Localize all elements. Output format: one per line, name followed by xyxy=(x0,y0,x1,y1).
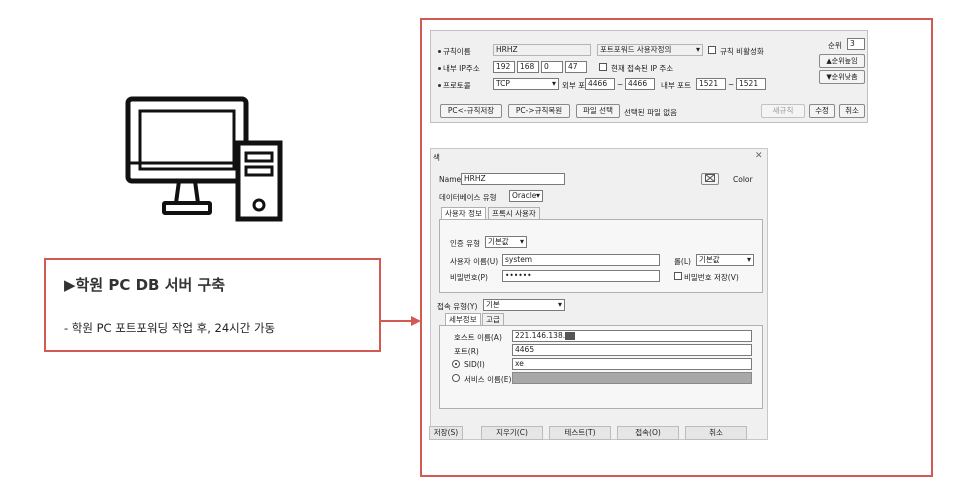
disable-rule-checkbox[interactable] xyxy=(708,46,716,54)
disable-rule-label: 규칙 비활성화 xyxy=(720,47,764,56)
current-ip-label: 현재 접속된 IP 주소 xyxy=(611,64,674,73)
protocol-label: 프로토콜 xyxy=(443,81,471,90)
tab-details[interactable]: 세부정보 xyxy=(445,313,481,325)
ip-octet-3[interactable]: 0 xyxy=(541,61,563,73)
new-rule-button[interactable]: 새규칙 xyxy=(761,104,805,118)
internal-port-to[interactable]: 1521 xyxy=(736,78,766,90)
color-picker-button[interactable] xyxy=(701,173,719,185)
clear-button[interactable]: 지우기(C) xyxy=(481,426,543,440)
tilde: ~ xyxy=(617,80,624,89)
dialog-cancel-button[interactable]: 취소 xyxy=(685,426,747,440)
connect-button[interactable]: 접속(O) xyxy=(617,426,679,440)
user-info-pane: 인증 유형 기본값 사용자 이름(U) system 롤(L) 기본값 비밀번호… xyxy=(439,219,763,293)
auth-type-label: 인증 유형 xyxy=(450,239,480,248)
ip-octet-2[interactable]: 168 xyxy=(517,61,539,73)
bullet xyxy=(438,67,441,70)
external-port-from[interactable]: 4466 xyxy=(585,78,615,90)
service-name-label: 서비스 이름(E) xyxy=(464,375,512,384)
arrow-right-icon xyxy=(381,316,421,326)
db-type-label: 데이터베이스 유형 xyxy=(439,193,497,202)
tilde: ~ xyxy=(728,80,735,89)
host-input[interactable]: 221.146.138. xyxy=(512,330,752,342)
port-input[interactable]: 4465 xyxy=(512,344,752,356)
role-select[interactable]: 기본값 xyxy=(696,254,754,266)
color-label: Color xyxy=(733,175,753,184)
tab-advanced[interactable]: 고급 xyxy=(482,313,504,325)
service-name-radio[interactable] xyxy=(452,374,460,382)
details-pane: 호스트 이름(A) 221.146.138. 포트(R) 4465 SID(I)… xyxy=(439,325,763,409)
restore-rules-button[interactable]: PC->규칙복원 xyxy=(508,104,570,118)
order-up-button[interactable]: ▲순위높임 xyxy=(819,54,865,68)
password-label: 비밀번호(P) xyxy=(450,273,488,282)
role-label: 롤(L) xyxy=(674,257,691,266)
test-button[interactable]: 테스트(T) xyxy=(549,426,611,440)
sid-input[interactable]: xe xyxy=(512,358,752,370)
order-down-button[interactable]: ▼순위낮춤 xyxy=(819,70,865,84)
username-input[interactable]: system xyxy=(502,254,660,266)
save-button[interactable]: 저장(S) xyxy=(429,426,463,440)
name-input[interactable]: HRHZ xyxy=(461,173,565,185)
internal-ip-label: 내부 IP주소 xyxy=(443,64,480,73)
file-select-button[interactable]: 파일 선택 xyxy=(576,104,620,118)
sid-label: SID(I) xyxy=(464,360,485,369)
host-label: 호스트 이름(A) xyxy=(454,333,502,342)
save-password-label: 비밀번호 저장(V) xyxy=(684,273,739,282)
ip-octet-4[interactable]: 47 xyxy=(565,61,587,73)
auth-type-select[interactable]: 기본값 xyxy=(485,236,527,248)
ip-octet-1[interactable]: 192 xyxy=(493,61,515,73)
order-input[interactable]: 3 xyxy=(847,38,865,50)
current-ip-checkbox[interactable] xyxy=(599,63,607,71)
bullet xyxy=(438,50,441,53)
password-input[interactable]: •••••• xyxy=(502,270,660,282)
username-label: 사용자 이름(U) xyxy=(450,257,499,266)
bullet xyxy=(438,84,441,87)
file-status: 선택된 파일 없음 xyxy=(624,108,678,117)
name-label: Name xyxy=(439,175,462,184)
cancel-button[interactable]: 취소 xyxy=(839,104,865,118)
external-port-to[interactable]: 4466 xyxy=(625,78,655,90)
internal-port-from[interactable]: 1521 xyxy=(696,78,726,90)
order-label: 순위 xyxy=(828,41,842,50)
desktop-computer-icon xyxy=(125,96,283,222)
save-rules-button[interactable]: PC<-규칙저장 xyxy=(440,104,502,118)
color-swatch-icon xyxy=(704,173,716,183)
rule-name-label: 규칙이름 xyxy=(443,47,471,56)
port-forward-type-select[interactable]: 포트포워드 사용자정의 xyxy=(597,44,703,56)
sid-radio[interactable] xyxy=(452,360,460,368)
conn-type-select[interactable]: 기본 xyxy=(483,299,565,311)
tab-user-info[interactable]: 사용자 정보 xyxy=(441,207,486,219)
db-type-select[interactable]: Oracle xyxy=(509,190,543,202)
internal-port-label: 내부 포트 xyxy=(661,81,691,90)
dialog-title: 색 xyxy=(433,153,440,162)
conn-type-label: 접속 유형(Y) xyxy=(437,302,478,311)
rule-name-input[interactable]: HRHZ xyxy=(493,44,591,56)
redacted-block xyxy=(565,332,576,340)
port-forwarding-panel: 규칙이름 HRHZ 포트포워드 사용자정의 규칙 비활성화 순위 3 ▲순위높임… xyxy=(430,30,868,123)
protocol-select[interactable]: TCP xyxy=(493,78,559,90)
host-value: 221.146.138. xyxy=(515,331,566,340)
port-label: 포트(R) xyxy=(454,347,479,356)
save-password-checkbox[interactable] xyxy=(674,272,682,280)
edit-button[interactable]: 수정 xyxy=(809,104,835,118)
info-title: ▶학원 PC DB 서버 구축 xyxy=(64,276,226,294)
tab-proxy-user[interactable]: 프록시 사용자 xyxy=(488,207,540,219)
info-description: - 학원 PC 포트포워딩 작업 후, 24시간 가동 xyxy=(64,321,276,335)
info-box: ▶학원 PC DB 서버 구축 - 학원 PC 포트포워딩 작업 후, 24시간… xyxy=(44,258,381,352)
db-connection-dialog: 색 ✕ Name HRHZ Color 데이터베이스 유형 Oracle 사용자… xyxy=(429,148,768,440)
close-icon[interactable]: ✕ xyxy=(755,151,763,161)
service-name-input[interactable] xyxy=(512,372,752,384)
